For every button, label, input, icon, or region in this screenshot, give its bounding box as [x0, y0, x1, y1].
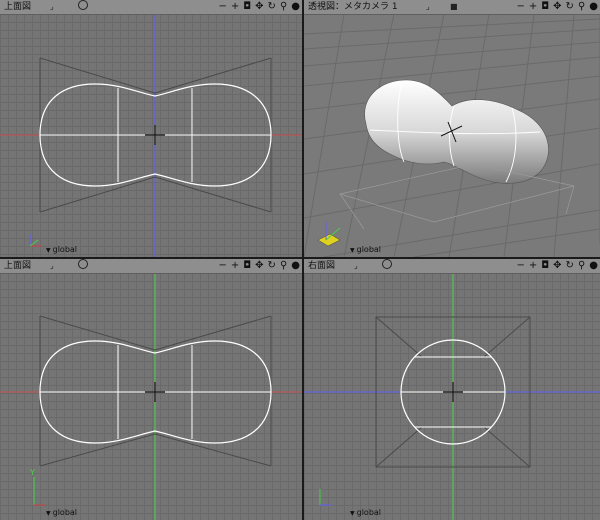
- view-dropdown-icon[interactable]: ⌟: [426, 0, 430, 14]
- zoom-in-icon[interactable]: +: [529, 259, 537, 273]
- camera-icon[interactable]: ◘: [243, 0, 251, 14]
- snap-target-icon[interactable]: [78, 0, 88, 15]
- viewport-perspective[interactable]: 透視図：メタカメラ 1 ⌟ ■ − + ◘ ✥ ↻ ⚲ ● ▼ global: [304, 0, 600, 257]
- viewport-header: 上面図 ⌟ − + ◘ ✥ ↻ ⚲ ●: [0, 0, 302, 15]
- cube-icon[interactable]: ■: [450, 0, 458, 14]
- side-view-canvas[interactable]: [304, 273, 600, 520]
- move-icon[interactable]: ✥: [255, 0, 263, 14]
- viewport-top[interactable]: 上面図 ⌟ − + ◘ ✥ ↻ ⚲ ● ▼ global: [0, 0, 302, 257]
- zoom-in-icon[interactable]: +: [231, 259, 239, 273]
- top-view-canvas[interactable]: [0, 14, 302, 257]
- rotate-icon[interactable]: ↻: [566, 259, 574, 273]
- axis-gizmo: [29, 234, 42, 247]
- viewport-toolbar: − + ◘ ✥ ↻ ⚲ ●: [218, 259, 300, 273]
- axis-gizmo: [319, 489, 332, 506]
- magnify-icon[interactable]: ⚲: [578, 0, 585, 14]
- view-dropdown-icon[interactable]: ⌟: [354, 259, 358, 273]
- magnify-icon[interactable]: ⚲: [280, 259, 287, 273]
- viewport-toolbar: − + ◘ ✥ ↻ ⚲ ●: [516, 0, 598, 14]
- render-sphere-icon[interactable]: ●: [589, 0, 598, 14]
- zoom-out-icon[interactable]: −: [218, 259, 226, 273]
- perspective-canvas[interactable]: [304, 14, 600, 257]
- magnify-icon[interactable]: ⚲: [578, 259, 585, 273]
- coordinate-system-label[interactable]: ▼ global: [350, 245, 381, 254]
- zoom-out-icon[interactable]: −: [516, 259, 524, 273]
- move-icon[interactable]: ✥: [255, 259, 263, 273]
- bounding-box: [339, 163, 575, 230]
- snap-target-icon[interactable]: [78, 259, 88, 274]
- rotate-icon[interactable]: ↻: [566, 0, 574, 14]
- render-sphere-icon[interactable]: ●: [589, 259, 598, 273]
- front-view-canvas[interactable]: Y: [0, 273, 302, 520]
- zoom-in-icon[interactable]: +: [231, 0, 239, 14]
- coordinate-system-label[interactable]: ▼ global: [46, 508, 77, 517]
- viewport-toolbar: − + ◘ ✥ ↻ ⚲ ●: [218, 0, 300, 14]
- viewport-title[interactable]: 上面図: [4, 259, 31, 273]
- axis-gizmo: Y: [29, 468, 46, 506]
- zoom-in-icon[interactable]: +: [529, 0, 537, 14]
- coordinate-system-label[interactable]: ▼ global: [46, 245, 77, 254]
- viewport-header: 上面図 ⌟ − + ◘ ✥ ↻ ⚲ ●: [0, 259, 302, 274]
- render-sphere-icon[interactable]: ●: [291, 259, 300, 273]
- move-icon[interactable]: ✥: [553, 0, 561, 14]
- viewport-grid: 上面図 ⌟ − + ◘ ✥ ↻ ⚲ ● ▼ global 透視図：メタカメラ 1…: [0, 0, 600, 520]
- viewport-title[interactable]: 右面図: [308, 259, 335, 273]
- axis-gizmo: [317, 222, 341, 247]
- viewport-front[interactable]: Y 上面図 ⌟ − + ◘ ✥ ↻ ⚲ ● ▼ global: [0, 259, 302, 520]
- magnify-icon[interactable]: ⚲: [280, 0, 287, 14]
- viewport-title[interactable]: 透視図：メタカメラ 1: [308, 0, 398, 14]
- viewport-title[interactable]: 上面図: [4, 0, 31, 14]
- snap-target-icon[interactable]: [382, 259, 392, 274]
- move-icon[interactable]: ✥: [553, 259, 561, 273]
- view-dropdown-icon[interactable]: ⌟: [50, 0, 54, 14]
- viewport-header: 透視図：メタカメラ 1 ⌟ ■ − + ◘ ✥ ↻ ⚲ ●: [304, 0, 600, 15]
- zoom-out-icon[interactable]: −: [218, 0, 226, 14]
- zoom-out-icon[interactable]: −: [516, 0, 524, 14]
- rotate-icon[interactable]: ↻: [268, 0, 276, 14]
- viewport-toolbar: − + ◘ ✥ ↻ ⚲ ●: [516, 259, 598, 273]
- viewport-side[interactable]: 右面図 ⌟ − + ◘ ✥ ↻ ⚲ ● ▼ global: [304, 259, 600, 520]
- view-dropdown-icon[interactable]: ⌟: [50, 259, 54, 273]
- svg-text:Y: Y: [29, 468, 35, 477]
- render-sphere-icon[interactable]: ●: [291, 0, 300, 14]
- camera-icon[interactable]: ◘: [243, 259, 251, 273]
- camera-icon[interactable]: ◘: [541, 0, 549, 14]
- camera-icon[interactable]: ◘: [541, 259, 549, 273]
- rotate-icon[interactable]: ↻: [268, 259, 276, 273]
- viewport-header: 右面図 ⌟ − + ◘ ✥ ↻ ⚲ ●: [304, 259, 600, 274]
- coordinate-system-label[interactable]: ▼ global: [350, 508, 381, 517]
